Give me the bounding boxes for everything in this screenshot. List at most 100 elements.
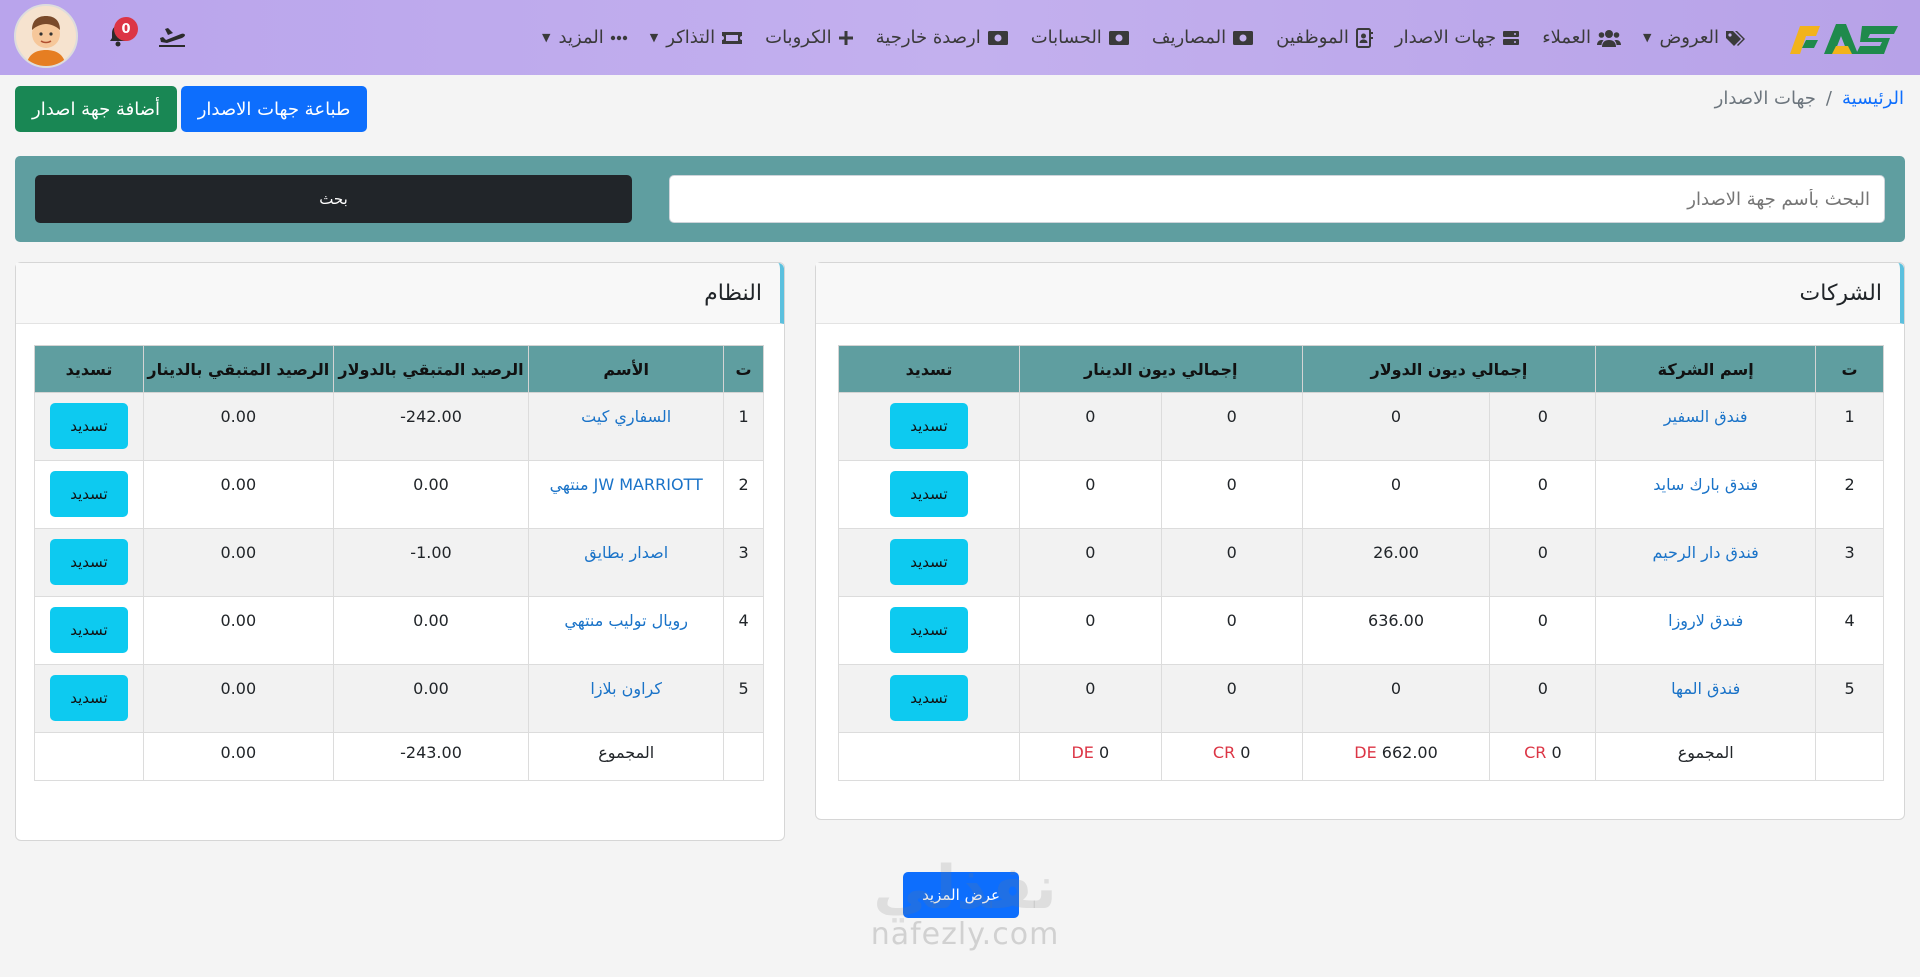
total-pay-cell [838, 732, 1020, 781]
nav-external-balances-label: ارصدة خارجية [875, 27, 981, 48]
show-more-button[interactable]: عرض المزيد [903, 872, 1019, 918]
system-table: ت الأسم الرصيد المتبقي بالدولار الرصيد ا… [34, 345, 764, 781]
total-iqd-cr-value: 0 [1240, 743, 1251, 762]
pay-button[interactable]: تسديد [49, 539, 128, 585]
iqd-balance-value: 0.00 [142, 528, 334, 597]
notifications-badge: 0 [114, 17, 138, 41]
nav-employees[interactable]: الموظفين [1265, 27, 1384, 48]
usd-balance-value: 0.00 [332, 596, 530, 665]
pay-button[interactable]: تسديد [49, 471, 128, 517]
breadcrumb-current: جهات الاصدار [1714, 88, 1816, 109]
nav-offers[interactable]: العروض ▼ [1632, 27, 1756, 48]
table-row: 1 السفاري كيت 242.00- 0.00 تسديد [34, 392, 764, 461]
company-name-link[interactable]: فندق المها [1595, 664, 1817, 733]
iqd-cr-value: 0 [1160, 460, 1303, 529]
usd-cr-value: 0 [1489, 392, 1597, 461]
company-name-link[interactable]: فندق لاروزا [1595, 596, 1817, 665]
nav-expenses[interactable]: المصاريف [1141, 27, 1265, 48]
col-header-pay: تسديد [838, 345, 1020, 393]
add-issuer-button[interactable]: أضافة جهة اصدار [15, 86, 177, 132]
search-button[interactable]: بحث [35, 175, 632, 223]
system-name-link[interactable]: كراون بلازا [528, 664, 725, 733]
row-index: 5 [1815, 664, 1884, 733]
row-index: 1 [723, 392, 764, 461]
nav-clients-label: العملاء [1542, 27, 1591, 48]
search-input[interactable] [669, 175, 1885, 223]
col-header-iqd-debts: إجمالي ديون الدينار [1018, 345, 1303, 393]
pay-button[interactable]: تسديد [49, 403, 128, 449]
company-name-link[interactable]: فندق دار الرحيم [1595, 528, 1817, 597]
brand-logo[interactable] [1784, 15, 1904, 61]
system-name-link[interactable]: اصدار بطايق [528, 528, 725, 597]
flights-button[interactable] [158, 25, 186, 47]
total-index-cell [723, 732, 764, 781]
pay-cell: تسديد [838, 596, 1020, 665]
cr-tag: CR [1524, 743, 1547, 762]
row-index: 2 [1815, 460, 1884, 529]
nav-expenses-label: المصاريف [1151, 27, 1227, 48]
row-index: 2 [723, 460, 764, 529]
ticket-icon [721, 30, 743, 46]
table-row: 3 فندق دار الرحيم 0 26.00 0 0 تسديد [838, 528, 1884, 597]
pay-button[interactable]: تسديد [889, 607, 968, 653]
company-name-link[interactable]: فندق السفير [1595, 392, 1817, 461]
search-panel: بحث [15, 156, 1905, 242]
usd-cr-value: 0 [1489, 664, 1597, 733]
pay-button[interactable]: تسديد [889, 539, 968, 585]
pay-button[interactable]: تسديد [889, 675, 968, 721]
total-iqd-de: 0 DE [1018, 732, 1162, 781]
nav-more[interactable]: المزيد ▼ [531, 27, 639, 48]
row-index: 3 [723, 528, 764, 597]
nav-tickets[interactable]: التذاكر ▼ [639, 27, 754, 48]
col-header-usd-debts: إجمالي ديون الدولار [1301, 345, 1597, 393]
pay-cell: تسديد [34, 460, 144, 529]
pay-button[interactable]: تسديد [49, 607, 128, 653]
table-row: 3 اصدار بطايق 1.00- 0.00 تسديد [34, 528, 764, 597]
iqd-balance-value: 0.00 [142, 392, 334, 461]
breadcrumb-separator: / [1825, 88, 1832, 109]
cr-tag: CR [1212, 743, 1236, 762]
breadcrumb-home-link[interactable]: الرئيسية [1842, 88, 1904, 109]
system-name-link[interactable]: السفاري كيت [528, 392, 725, 461]
pay-button[interactable]: تسديد [49, 675, 128, 721]
de-tag: DE [1354, 743, 1377, 762]
print-issuers-button[interactable]: طباعة جهات الاصدار [181, 86, 367, 132]
table-row: 1 فندق السفير 0 0 0 0 تسديد [838, 392, 1884, 461]
col-header-iqd-balance: الرصيد المتبقي بالدينار [142, 345, 334, 393]
chevron-down-icon: ▼ [1642, 31, 1652, 44]
usd-de-value: 0 [1301, 460, 1491, 529]
iqd-cr-value: 0 [1160, 528, 1303, 597]
usd-de-value: 636.00 [1301, 596, 1491, 665]
pay-button[interactable]: تسديد [889, 403, 968, 449]
money-bill-icon [1232, 30, 1254, 46]
usd-de-value: 26.00 [1301, 528, 1491, 597]
total-usd-de: 662.00 DE [1301, 732, 1491, 781]
system-name-link[interactable]: رويال توليب منتهي [528, 596, 725, 665]
pay-cell: تسديد [838, 664, 1020, 733]
user-avatar-icon [16, 6, 76, 66]
usd-cr-value: 0 [1489, 528, 1597, 597]
company-name-link[interactable]: فندق بارك سايد [1595, 460, 1817, 529]
table-row: 5 كراون بلازا 0.00 0.00 تسديد [34, 664, 764, 733]
total-usd-cr-value: 0 [1551, 743, 1562, 762]
iqd-cr-value: 0 [1160, 664, 1303, 733]
total-pay-cell [34, 732, 144, 781]
main-menu: العروض ▼ العملاء جهات الاصدار الموظفين ا… [531, 27, 1756, 48]
notifications-button[interactable]: 0 [104, 17, 138, 51]
plane-departure-icon [159, 28, 185, 47]
total-iqd-balance: 0.00 [142, 732, 334, 781]
pay-cell: تسديد [838, 460, 1020, 529]
nav-accounts[interactable]: الحسابات [1020, 27, 1141, 48]
users-icon [1596, 29, 1621, 47]
nav-external-balances[interactable]: ارصدة خارجية [865, 27, 1020, 48]
system-name-link[interactable]: JW MARRIOTT منتهي [528, 460, 725, 529]
table-header-row: ت إسم الشركة إجمالي ديون الدولار إجمالي … [838, 345, 1884, 393]
col-header-pay: تسديد [34, 345, 144, 393]
col-header-index: ت [723, 345, 764, 393]
nav-groups[interactable]: الكروبات [754, 27, 865, 48]
total-label: المجموع [1595, 732, 1817, 781]
nav-clients[interactable]: العملاء [1531, 27, 1632, 48]
avatar[interactable] [14, 4, 78, 68]
nav-issuers[interactable]: جهات الاصدار [1384, 27, 1531, 48]
pay-button[interactable]: تسديد [889, 471, 968, 517]
